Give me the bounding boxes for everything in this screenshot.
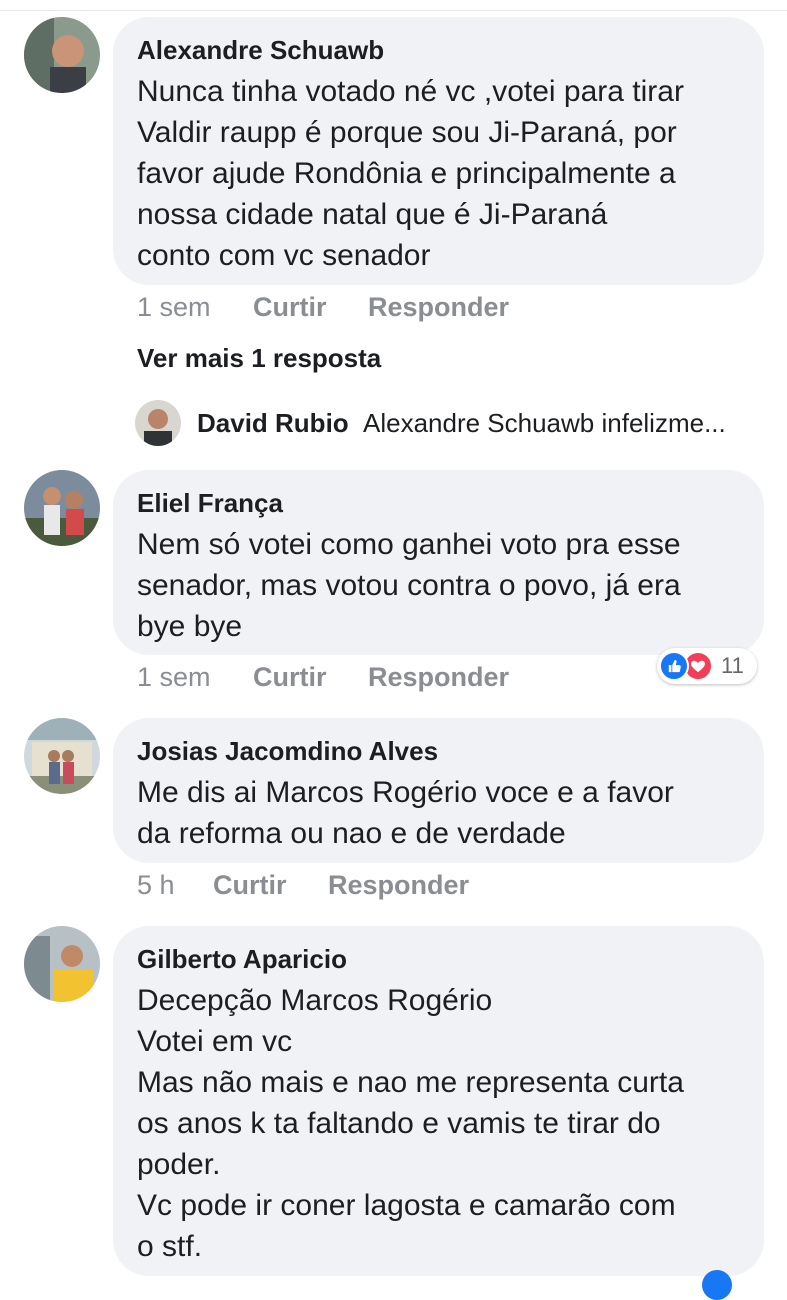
reply-button[interactable]: Responder <box>328 870 469 901</box>
view-more-replies-link[interactable]: Ver mais 1 resposta <box>137 343 381 374</box>
top-divider <box>0 10 787 11</box>
avatar[interactable] <box>24 926 100 1002</box>
like-icon <box>659 651 689 681</box>
comment-author[interactable]: Gilberto Aparicio <box>137 944 740 974</box>
comment-text: Nunca tinha votado né vc ,votei para tir… <box>137 75 684 272</box>
reply-text: Alexandre Schuawb infelizme... <box>363 408 726 438</box>
reaction-count: 11 <box>721 653 744 678</box>
avatar[interactable] <box>135 400 181 446</box>
avatar[interactable] <box>24 718 100 794</box>
comment-author[interactable]: Josias Jacomdino Alves <box>137 736 740 766</box>
comment-bubble: Josias Jacomdino Alves Me dis ai Marcos … <box>113 718 764 863</box>
reaction-icon <box>702 1270 732 1300</box>
comment-bubble: Eliel França Nem só votei como ganhei vo… <box>113 470 764 655</box>
reply-preview[interactable]: David Rubio Alexandre Schuawb infelizme.… <box>135 400 765 446</box>
reply-button[interactable]: Responder <box>368 292 509 323</box>
like-button[interactable]: Curtir <box>253 292 327 323</box>
reactions-summary[interactable]: 11 <box>657 648 757 684</box>
comment-text: Nem só votei como ganhei voto pra esse s… <box>137 528 681 643</box>
comment-bubble: Gilberto Aparicio Decepção Marcos Rogéri… <box>113 926 764 1276</box>
comment-timestamp[interactable]: 1 sem <box>137 662 211 693</box>
avatar[interactable] <box>24 17 100 93</box>
reply-button[interactable]: Responder <box>368 662 509 693</box>
comment-timestamp[interactable]: 5 h <box>137 870 175 901</box>
comment-author[interactable]: Alexandre Schuawb <box>137 35 740 65</box>
comment-timestamp[interactable]: 1 sem <box>137 292 211 323</box>
comment-text: Me dis ai Marcos Rogério voce e a favor … <box>137 776 674 850</box>
like-button[interactable]: Curtir <box>253 662 327 693</box>
like-button[interactable]: Curtir <box>213 870 287 901</box>
comment-bubble: Alexandre Schuawb Nunca tinha votado né … <box>113 17 764 285</box>
reply-author[interactable]: David Rubio <box>197 408 349 439</box>
comment-author[interactable]: Eliel França <box>137 488 740 518</box>
comment-text: Decepção Marcos Rogério Votei em vc Mas … <box>137 984 684 1263</box>
avatar[interactable] <box>24 470 100 546</box>
